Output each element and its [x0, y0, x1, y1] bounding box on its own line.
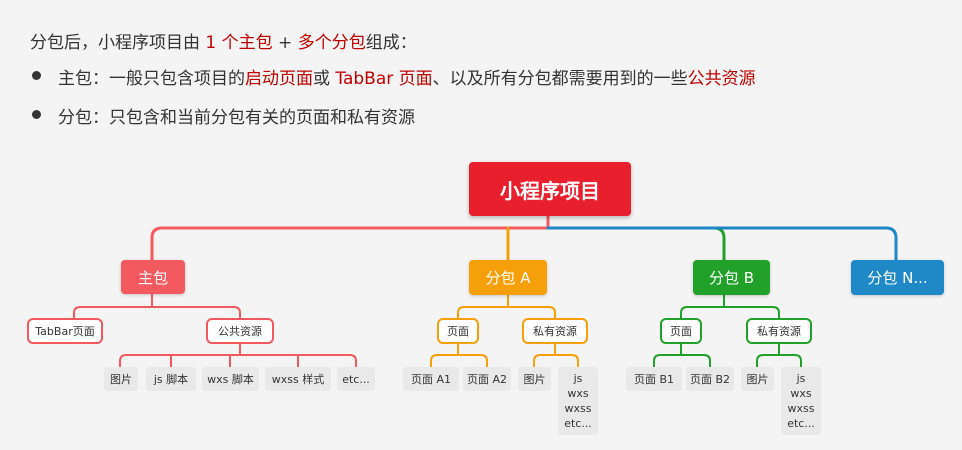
leaf-label: 图片	[523, 373, 546, 386]
leaf-label: js	[573, 372, 583, 385]
leaf-label: wxs 脚本	[207, 373, 254, 386]
leaf-label: js 脚本	[153, 373, 189, 386]
leaf-label: 图片	[746, 373, 769, 386]
node-subB-pages: 页面	[660, 318, 702, 344]
node-subA-private-resources: 私有资源	[522, 318, 588, 344]
node-root-label: 小程序项目	[500, 178, 600, 203]
edge-root-subB	[546, 226, 726, 262]
node-label: 页面	[670, 325, 692, 338]
leaf-page-a2: 页面 A2	[463, 367, 511, 391]
node-label: 公共资源	[218, 325, 262, 338]
node-label: 分包 B	[708, 269, 755, 287]
leaf-page-b1: 页面 B1	[626, 367, 682, 391]
leaf-code-files: js wxs wxss etc...	[558, 367, 598, 435]
node-root: 小程序项目	[469, 162, 631, 216]
node-main-package: 主包	[121, 260, 185, 294]
edge-subB-pages	[653, 342, 711, 367]
edge-subA-children	[457, 295, 556, 318]
leaf-label: 页面 B2	[689, 373, 731, 386]
node-label: 私有资源	[757, 325, 801, 338]
edge-subB-private	[756, 342, 802, 367]
edge-root-main	[150, 214, 550, 262]
node-public-resources: 公共资源	[206, 318, 274, 344]
leaf-page-b2: 页面 B2	[686, 367, 734, 391]
leaf-label: 图片	[110, 373, 132, 386]
leaf-label: wxss	[564, 402, 592, 415]
leaf-label: wxss 样式	[271, 373, 325, 386]
leaf-page-a1: 页面 A1	[403, 367, 459, 391]
leaf-label: js	[796, 372, 806, 385]
edge-subA-pages	[430, 342, 488, 367]
leaf-images: 图片	[104, 367, 138, 391]
leaf-code-files: js wxs wxss etc...	[781, 367, 821, 435]
node-subB-private-resources: 私有资源	[746, 318, 812, 344]
leaf-label: wxs	[790, 387, 812, 400]
edge-subA-private	[533, 342, 579, 367]
node-label: 分包 N...	[867, 269, 928, 287]
node-sub-a: 分包 A	[469, 260, 547, 295]
leaf-etc: etc...	[337, 367, 375, 391]
leaf-images: 图片	[518, 367, 551, 391]
leaf-wxs-script: wxs 脚本	[202, 367, 259, 391]
leaf-label: 页面 A2	[466, 373, 508, 386]
leaf-label: etc...	[342, 372, 370, 386]
edge-resources-leaves	[119, 342, 357, 367]
node-label: 主包	[137, 268, 168, 287]
leaf-label: 页面 B1	[633, 373, 675, 386]
leaf-label: etc...	[564, 417, 592, 430]
leaf-label: wxs	[567, 387, 589, 400]
edge-subB-children	[680, 295, 780, 318]
edge-main-children	[73, 294, 241, 318]
node-label: 分包 A	[485, 269, 531, 287]
node-subA-pages: 页面	[437, 318, 479, 344]
node-sub-b: 分包 B	[693, 260, 770, 295]
node-sub-n: 分包 N...	[851, 260, 944, 295]
leaf-label: wxss	[787, 402, 815, 415]
leaf-label: 页面 A1	[410, 373, 452, 386]
node-label: 页面	[447, 325, 469, 338]
node-label: TabBar页面	[35, 325, 95, 338]
leaf-js-script: js 脚本	[146, 367, 196, 391]
node-label: 私有资源	[533, 325, 577, 338]
node-tabbar-pages: TabBar页面	[27, 318, 103, 344]
leaf-wxss-style: wxss 样式	[265, 367, 331, 391]
leaf-label: etc...	[787, 417, 815, 430]
leaf-images: 图片	[741, 367, 774, 391]
